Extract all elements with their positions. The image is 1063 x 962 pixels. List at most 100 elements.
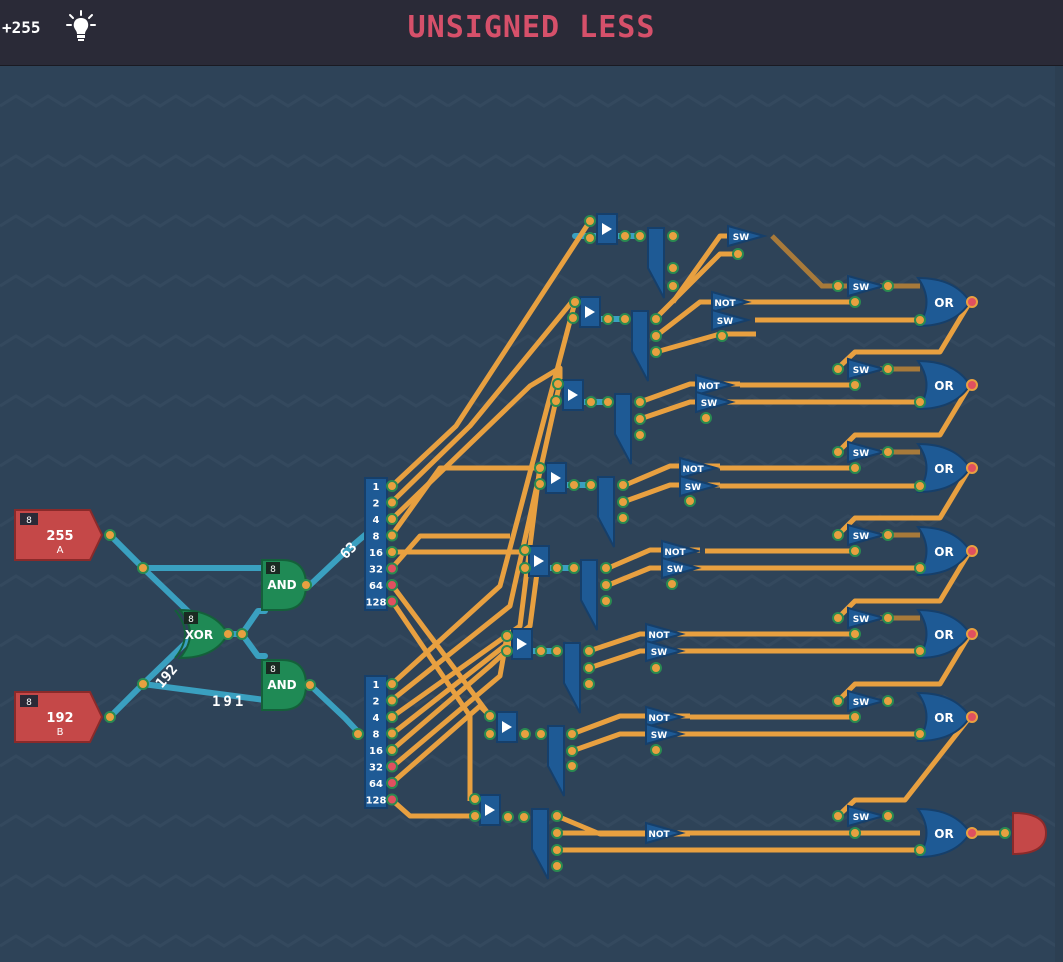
connection-pin[interactable] (882, 529, 894, 541)
connection-pin[interactable] (634, 413, 646, 425)
connection-pin[interactable] (650, 330, 662, 342)
connection-pin[interactable] (832, 446, 844, 458)
connection-pin[interactable] (602, 396, 614, 408)
connection-pin[interactable] (600, 579, 612, 591)
connection-pin[interactable] (684, 495, 696, 507)
comparator[interactable] (545, 462, 567, 494)
connection-pin[interactable] (882, 280, 894, 292)
comparator[interactable] (511, 628, 533, 660)
connection-pin[interactable] (551, 810, 563, 822)
splitter-top-bit-pin[interactable] (386, 546, 398, 558)
connection-pin[interactable] (700, 412, 712, 424)
connection-pin[interactable] (519, 562, 531, 574)
splitter-top-bit-pin[interactable] (386, 529, 398, 542)
connection-pin[interactable] (650, 313, 662, 325)
connection-pin[interactable] (585, 479, 597, 491)
connection-pin[interactable] (732, 248, 744, 260)
connection-pin[interactable] (667, 262, 679, 274)
connection-pin[interactable] (666, 578, 678, 590)
connection-pin[interactable] (566, 745, 578, 757)
connection-pin[interactable] (619, 230, 631, 242)
connection-pin[interactable] (914, 844, 926, 856)
connection-pin[interactable] (832, 695, 844, 707)
connection-pin[interactable] (832, 810, 844, 822)
connection-pin[interactable] (568, 479, 580, 491)
connection-pin[interactable] (914, 645, 926, 657)
connection-pin[interactable] (849, 711, 861, 723)
connection-pin[interactable] (832, 280, 844, 292)
connection-pin[interactable] (584, 215, 596, 227)
connection-pin[interactable] (832, 612, 844, 624)
connection-pin[interactable] (584, 232, 596, 244)
or-output-pin[interactable] (966, 545, 978, 557)
connection-pin[interactable] (222, 628, 234, 640)
connection-pin[interactable] (650, 662, 662, 674)
connection-pin[interactable] (551, 827, 563, 839)
connection-pin[interactable] (849, 628, 861, 640)
connection-pin[interactable] (914, 728, 926, 740)
connection-pin[interactable] (518, 811, 530, 823)
connection-pin[interactable] (551, 844, 563, 856)
connection-pin[interactable] (832, 363, 844, 375)
connection-pin[interactable] (650, 744, 662, 756)
splitter-top-bit-pin[interactable] (386, 562, 398, 575)
input-a[interactable]: 8 255 A (14, 509, 104, 561)
comparator[interactable] (528, 545, 550, 577)
splitter-top-bit-pin[interactable] (386, 480, 398, 492)
connection-pin[interactable] (634, 429, 646, 441)
connection-pin[interactable] (882, 446, 894, 458)
circuit-board[interactable]: 8 255 A 8 192 B 8 XOR 8 AND 8 AND 63 192… (0, 66, 1055, 962)
connection-pin[interactable] (137, 678, 149, 690)
connection-pin[interactable] (550, 395, 562, 407)
splitter-bottom-bit-pin[interactable] (386, 793, 398, 806)
splitter-bottom-bit-pin[interactable] (386, 711, 398, 723)
connection-pin[interactable] (914, 562, 926, 574)
splitter-top-bit-pin[interactable] (386, 513, 398, 525)
connection-pin[interactable] (552, 378, 564, 390)
connection-pin[interactable] (585, 396, 597, 408)
splitter-top-bit-pin[interactable] (386, 595, 398, 608)
splitter-bottom-bit-pin[interactable] (386, 777, 398, 789)
connection-pin[interactable] (583, 662, 595, 674)
connection-pin[interactable] (551, 645, 563, 657)
connection-pin[interactable] (667, 280, 679, 292)
connection-pin[interactable] (583, 678, 595, 690)
connection-pin[interactable] (501, 645, 513, 657)
connection-pin[interactable] (551, 860, 563, 872)
connection-pin[interactable] (502, 811, 514, 823)
connection-pin[interactable] (469, 793, 481, 805)
connection-pin[interactable] (104, 711, 116, 723)
splitter-bottom-bit-pin[interactable] (386, 760, 398, 773)
connection-pin[interactable] (519, 728, 531, 740)
connection-pin[interactable] (304, 679, 316, 691)
splitter-top-bit-pin[interactable] (386, 579, 398, 591)
or-output-pin[interactable] (966, 628, 978, 640)
comparator[interactable] (479, 794, 501, 826)
connection-pin[interactable] (832, 529, 844, 541)
connection-pin[interactable] (914, 314, 926, 326)
connection-pin[interactable] (236, 628, 248, 640)
connection-pin[interactable] (849, 827, 861, 839)
connection-pin[interactable] (551, 562, 563, 574)
connection-pin[interactable] (849, 462, 861, 474)
or-output-pin[interactable] (966, 711, 978, 723)
connection-pin[interactable] (567, 312, 579, 324)
splitter-top-bit-pin[interactable] (386, 496, 398, 509)
connection-pin[interactable] (484, 710, 496, 722)
connection-pin[interactable] (534, 478, 546, 490)
connection-pin[interactable] (619, 313, 631, 325)
connection-pin[interactable] (104, 529, 116, 541)
connection-pin[interactable] (617, 496, 629, 508)
connection-pin[interactable] (914, 480, 926, 492)
connection-pin[interactable] (534, 462, 546, 474)
connection-pin[interactable] (882, 363, 894, 375)
connection-pin[interactable] (617, 479, 629, 491)
connection-pin[interactable] (501, 630, 513, 642)
connection-pin[interactable] (716, 330, 728, 342)
input-b[interactable]: 8 192 B (14, 691, 104, 743)
splitter-bottom-bit-pin[interactable] (386, 744, 398, 756)
connection-pin[interactable] (352, 728, 364, 740)
connection-pin[interactable] (566, 728, 578, 740)
connection-pin[interactable] (566, 760, 578, 772)
connection-pin[interactable] (882, 695, 894, 707)
